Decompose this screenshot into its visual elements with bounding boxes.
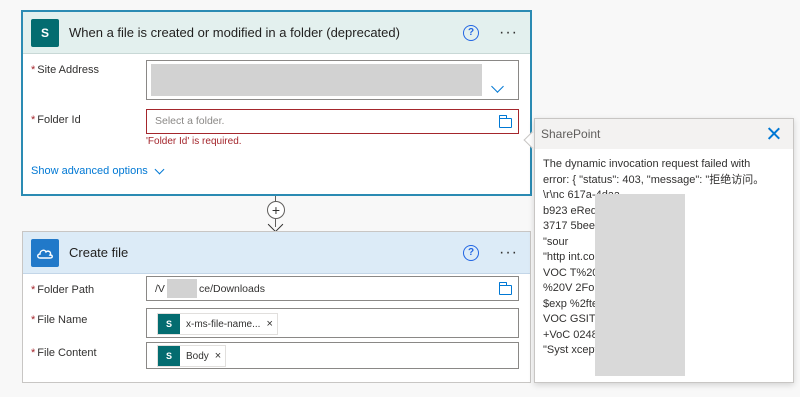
- help-icon[interactable]: ?: [463, 244, 480, 261]
- close-icon[interactable]: [767, 127, 781, 141]
- onedrive-icon: [31, 238, 59, 267]
- remove-token-icon[interactable]: ×: [215, 350, 225, 362]
- create-file-card[interactable]: Create file ? ··· * Folder Path /V ce/Dow…: [22, 231, 531, 383]
- folder-id-input[interactable]: Select a folder.: [146, 109, 519, 134]
- create-file-card-title: Create file: [69, 245, 129, 260]
- sharepoint-icon: S: [31, 18, 59, 47]
- folder-id-label: * Folder Id: [31, 114, 81, 126]
- dynamic-content-token[interactable]: S x-ms-file-name... ×: [157, 313, 278, 335]
- folder-id-placeholder: Select a folder.: [155, 115, 225, 127]
- popup-header: SharePoint: [535, 119, 793, 149]
- folder-icon[interactable]: [499, 282, 512, 295]
- file-name-label: * File Name: [31, 314, 88, 326]
- flow-designer-canvas: S When a file is created or modified in …: [0, 0, 800, 397]
- more-options-icon[interactable]: ···: [499, 244, 518, 260]
- show-advanced-options-link[interactable]: Show advanced options: [31, 164, 165, 177]
- redacted-error-details: [595, 194, 685, 376]
- popup-title: SharePoint: [541, 127, 601, 141]
- error-popup: SharePoint The dynamic invocation reques…: [534, 118, 794, 383]
- file-name-input[interactable]: S x-ms-file-name... ×: [146, 308, 519, 338]
- folder-path-value-prefix: /V: [155, 283, 165, 295]
- folder-path-input[interactable]: /V ce/Downloads: [146, 276, 519, 301]
- folder-path-value-suffix: ce/Downloads: [199, 283, 265, 295]
- folder-path-label: * Folder Path: [31, 284, 95, 296]
- more-options-icon[interactable]: ···: [499, 24, 518, 40]
- folder-icon[interactable]: [499, 115, 512, 128]
- trigger-card-header[interactable]: S When a file is created or modified in …: [23, 12, 530, 54]
- trigger-card-title: When a file is created or modified in a …: [69, 25, 400, 40]
- folder-id-error: 'Folder Id' is required.: [146, 136, 242, 147]
- arrow-down-icon: [267, 216, 284, 233]
- site-address-dropdown[interactable]: [146, 60, 519, 100]
- file-content-label: * File Content: [31, 347, 97, 359]
- popup-line: The dynamic invocation request failed wi…: [543, 158, 751, 170]
- help-icon[interactable]: ?: [463, 24, 480, 41]
- chevron-down-icon[interactable]: [491, 80, 504, 93]
- site-address-label: * Site Address: [31, 64, 100, 76]
- trigger-card[interactable]: S When a file is created or modified in …: [22, 11, 531, 195]
- popup-line: error: { "status": 403, "message": "拒绝访问…: [543, 173, 765, 186]
- create-file-card-header[interactable]: Create file ? ···: [23, 232, 530, 274]
- remove-token-icon[interactable]: ×: [266, 318, 276, 330]
- sharepoint-icon: S: [158, 346, 180, 366]
- token-label: x-ms-file-name...: [186, 318, 261, 330]
- chevron-down-icon: [154, 164, 165, 174]
- sharepoint-icon: S: [158, 314, 180, 334]
- token-label: Body: [186, 350, 209, 362]
- redacted-path-segment: [167, 279, 197, 298]
- advanced-options-label: Show advanced options: [31, 165, 148, 177]
- file-content-input[interactable]: S Body ×: [146, 342, 519, 369]
- dynamic-content-token[interactable]: S Body ×: [157, 345, 227, 367]
- redacted-site-address: [151, 64, 482, 96]
